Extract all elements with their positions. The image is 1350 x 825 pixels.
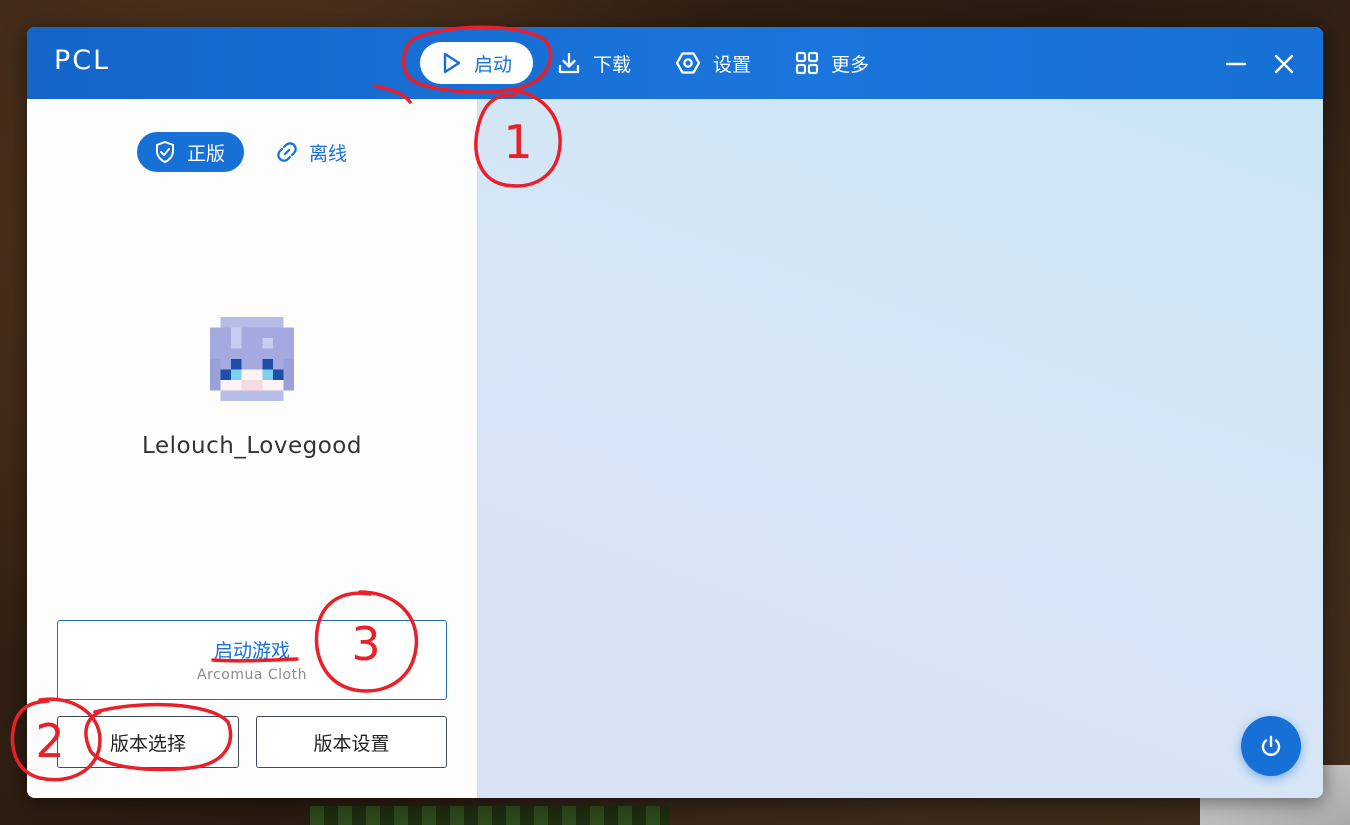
nav-more-label: 更多 bbox=[831, 53, 870, 76]
player-avatar[interactable] bbox=[210, 317, 294, 401]
power-icon bbox=[1261, 735, 1281, 756]
selected-version-label: Arcomua Cloth bbox=[197, 667, 307, 683]
settings-icon bbox=[675, 52, 701, 74]
minimize-icon bbox=[1225, 62, 1247, 66]
username: Lelouch_Lovegood bbox=[142, 433, 362, 459]
background-blocks bbox=[310, 806, 670, 825]
title-bar[interactable]: PCL 启动 下载 设置 更多 bbox=[27, 27, 1323, 99]
launcher-window: PCL 启动 下载 设置 更多 正版 离线 Lelouch_Lovegood 启… bbox=[27, 27, 1323, 798]
download-icon bbox=[558, 52, 580, 74]
nav-launch[interactable]: 启动 bbox=[420, 42, 533, 84]
content-area bbox=[477, 99, 1323, 798]
play-icon bbox=[443, 52, 461, 74]
close-button[interactable] bbox=[1269, 49, 1299, 79]
grid-icon bbox=[795, 51, 819, 75]
app-title: PCL bbox=[54, 45, 111, 76]
launch-sidebar: 正版 离线 Lelouch_Lovegood 启动游戏 Arcomua Clot… bbox=[27, 99, 477, 798]
launch-game-label: 启动游戏 bbox=[213, 640, 290, 662]
minimize-button[interactable] bbox=[1221, 49, 1251, 79]
account-tab-offline-label: 离线 bbox=[309, 142, 348, 165]
power-button[interactable] bbox=[1241, 716, 1301, 776]
nav-launch-label: 启动 bbox=[474, 53, 513, 76]
main-nav: 启动 下载 设置 更多 bbox=[420, 42, 903, 84]
version-select-button[interactable]: 版本选择 bbox=[57, 716, 239, 768]
account-tab-online-label: 正版 bbox=[187, 142, 226, 165]
nav-more[interactable]: 更多 bbox=[785, 42, 889, 84]
shield-check-icon bbox=[156, 140, 174, 164]
link-icon bbox=[277, 142, 297, 162]
nav-download-label: 下载 bbox=[593, 53, 632, 76]
nav-settings[interactable]: 设置 bbox=[665, 42, 771, 84]
nav-settings-label: 设置 bbox=[713, 53, 752, 76]
account-tab-online[interactable]: 正版 bbox=[137, 132, 244, 172]
launch-game-button[interactable]: 启动游戏 Arcomua Cloth bbox=[57, 620, 447, 700]
close-icon bbox=[1274, 54, 1294, 74]
nav-download[interactable]: 下载 bbox=[547, 42, 651, 84]
account-tab-offline[interactable]: 离线 bbox=[273, 132, 373, 172]
version-settings-button[interactable]: 版本设置 bbox=[256, 716, 447, 768]
